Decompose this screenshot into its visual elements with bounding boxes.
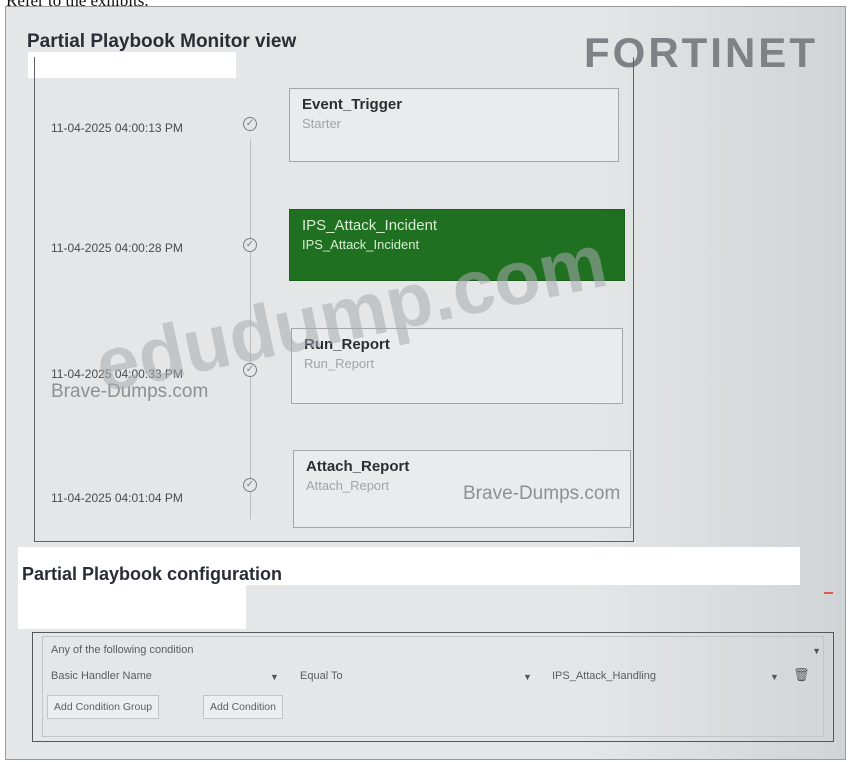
playbook-step-event-trigger[interactable]: Event_Trigger Starter xyxy=(289,88,619,162)
condition-group: Any of the following condition ▼ Basic H… xyxy=(42,636,824,737)
step-subtitle: Attach_Report xyxy=(306,478,390,493)
add-condition-group-button[interactable]: Add Condition Group xyxy=(47,695,160,719)
condition-config-panel: Any of the following condition ▼ Basic H… xyxy=(32,632,834,742)
step-timestamp: 11-04-2025 04:00:13 PM xyxy=(51,121,183,135)
check-circle-icon: ✓ xyxy=(243,117,257,131)
step-timestamp: 11-04-2025 04:00:28 PM xyxy=(51,241,183,255)
exhibit-frame: Partial Playbook Monitor view FORTINET 1… xyxy=(5,6,846,760)
red-mark xyxy=(824,592,833,594)
step-name: IPS_Attack_Incident xyxy=(302,217,438,234)
step-subtitle: Starter xyxy=(302,116,342,131)
chevron-down-icon[interactable]: ▼ xyxy=(812,646,821,656)
step-name: Attach_Report xyxy=(306,458,410,475)
monitor-view-title: Partial Playbook Monitor view xyxy=(27,31,297,52)
watermark-brave-dumps: Brave-Dumps.com xyxy=(463,483,621,504)
step-subtitle: IPS_Attack_Incident xyxy=(302,237,420,252)
chevron-down-icon[interactable]: ▼ xyxy=(770,672,779,682)
check-circle-icon: ✓ xyxy=(243,238,257,252)
step-timestamp: 11-04-2025 04:01:04 PM xyxy=(51,491,183,505)
match-mode-select[interactable]: Any of the following condition xyxy=(51,644,193,656)
chevron-down-icon[interactable]: ▼ xyxy=(523,672,532,682)
configuration-title: Partial Playbook configuration xyxy=(22,564,283,584)
chevron-down-icon[interactable]: ▼ xyxy=(270,672,279,682)
step-name: Event_Trigger xyxy=(302,96,403,113)
condition-value-select[interactable]: IPS_Attack_Handling xyxy=(552,670,656,682)
check-circle-icon: ✓ xyxy=(243,478,257,492)
condition-field-select[interactable]: Basic Handler Name xyxy=(51,670,152,682)
redaction-box xyxy=(18,585,246,629)
trash-icon[interactable]: 🗑 xyxy=(793,667,810,683)
add-condition-button[interactable]: Add Condition xyxy=(203,695,283,719)
condition-operator-select[interactable]: Equal To xyxy=(300,670,343,682)
